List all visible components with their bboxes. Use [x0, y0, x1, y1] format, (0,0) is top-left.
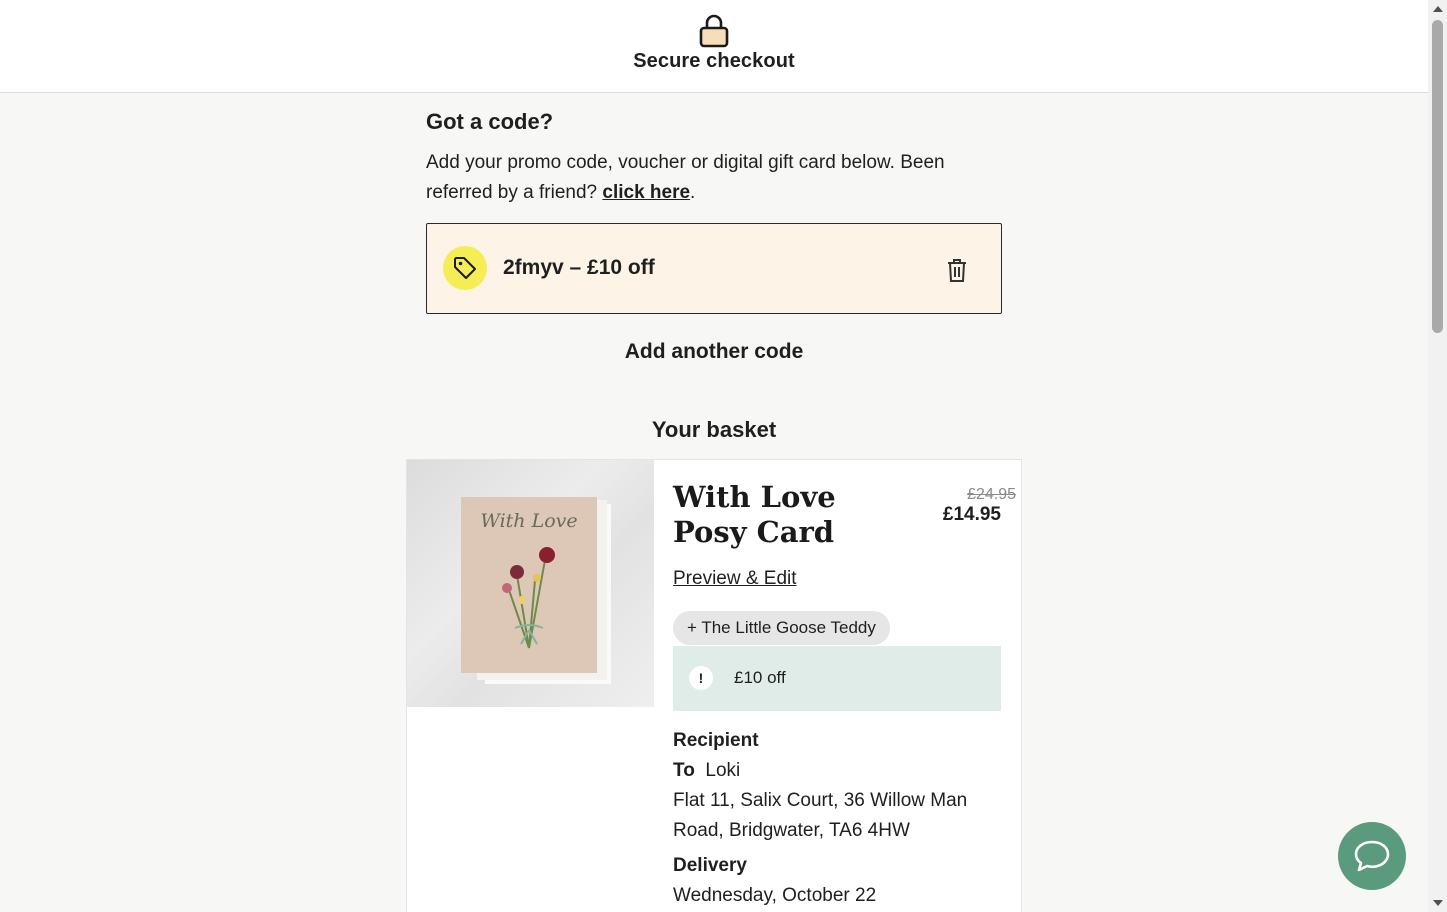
promo-description-end: . [690, 182, 696, 203]
discount-notice: ! £10 off [673, 646, 1001, 711]
to-label: To [673, 760, 695, 781]
product-image[interactable]: With Love [407, 460, 654, 707]
scroll-down-arrow-icon[interactable] [1428, 895, 1447, 912]
scrollbar[interactable] [1428, 0, 1447, 912]
discount-text: £10 off [734, 668, 786, 687]
preview-edit-link[interactable]: Preview & Edit [673, 568, 797, 590]
basket-title: Your basket [651, 417, 777, 442]
chat-button[interactable] [1338, 822, 1406, 890]
recipient-name: Loki [705, 760, 741, 781]
checkout-header: Secure checkout [0, 0, 1428, 93]
product-title[interactable]: With Love Posy Card [673, 480, 913, 550]
recipient-label: Recipient [673, 730, 759, 751]
current-price: £14.95 [942, 504, 1001, 525]
page-title: Secure checkout [633, 50, 795, 72]
card-image-text: With Love [480, 510, 577, 532]
recipient-address: Flat 11, Salix Court, 36 Willow Man Road… [673, 790, 968, 841]
trash-icon[interactable] [945, 257, 969, 283]
tag-badge [443, 246, 487, 290]
promo-heading: Got a code? [426, 109, 554, 134]
delivery-label: Delivery [673, 855, 747, 876]
scrollbar-thumb[interactable] [1432, 20, 1443, 333]
applied-code-text: 2fmyv – £10 off [503, 256, 655, 279]
original-price: £24.95 [967, 486, 1016, 503]
card-illustration: With Love [461, 497, 611, 684]
promo-description: Add your promo code, voucher or digital … [426, 148, 1002, 208]
referral-link[interactable]: click here [602, 182, 690, 203]
alert-icon: ! [689, 666, 713, 690]
applied-code-box: 2fmyv – £10 off [426, 223, 1002, 314]
basket-item: With Love With Love Posy Card £24.95 £14… [406, 459, 1022, 912]
scroll-up-arrow-icon[interactable] [1428, 0, 1447, 17]
add-another-code-button[interactable]: Add another code [426, 340, 1002, 364]
tag-icon [454, 257, 476, 279]
lock-icon [699, 14, 729, 48]
recipient-to-line: To Loki [673, 756, 740, 786]
chat-bubble-icon [1354, 840, 1390, 872]
delivery-date: Wednesday, October 22 [673, 885, 877, 906]
addon-pill[interactable]: + The Little Goose Teddy [673, 611, 890, 645]
